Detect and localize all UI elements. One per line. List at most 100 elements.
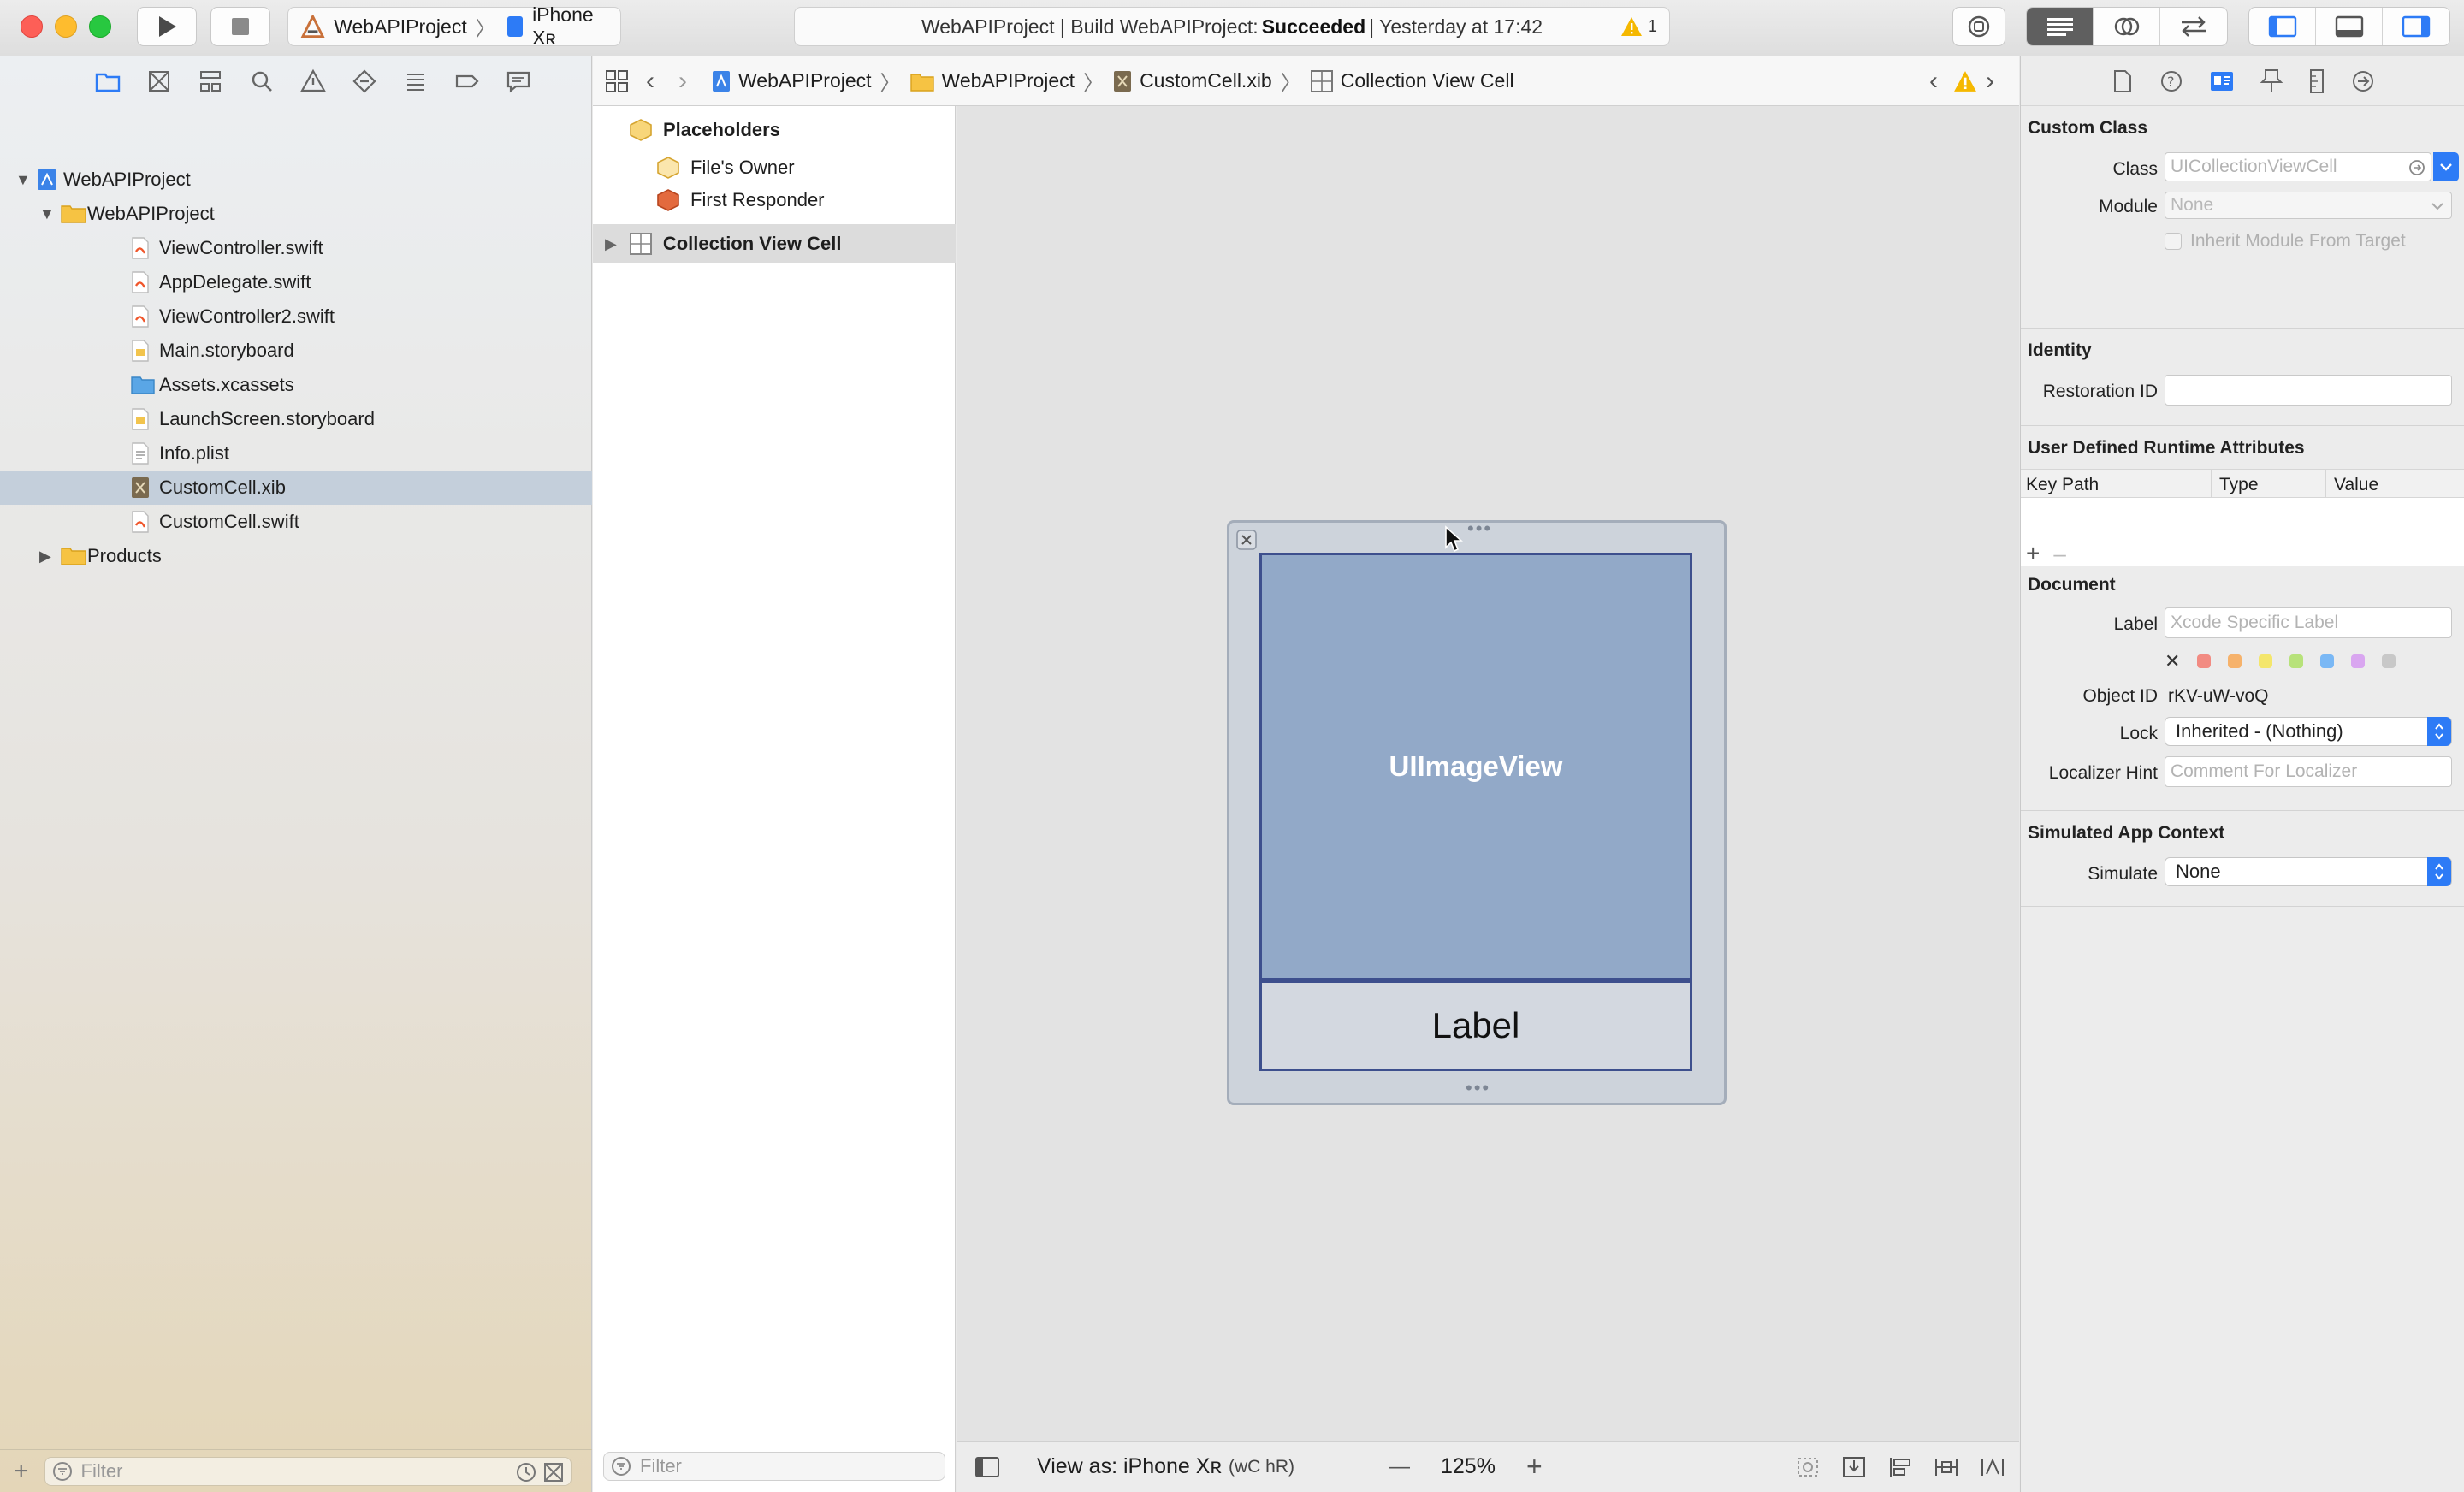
restoration-id-input[interactable] <box>2165 375 2452 406</box>
tree-item[interactable]: Assets.xcassets <box>0 368 592 402</box>
size-inspector-icon[interactable] <box>2308 68 2325 94</box>
close-window-button[interactable] <box>21 15 43 38</box>
source-control-filter-icon[interactable] <box>543 1462 564 1483</box>
tree-item[interactable]: CustomCell.xib <box>0 471 592 505</box>
related-items-grid-icon[interactable] <box>605 69 629 93</box>
attributes-inspector-icon[interactable] <box>2260 68 2283 94</box>
resize-handle-bottom[interactable]: ••• <box>1466 1077 1490 1099</box>
breadcrumb-group[interactable]: WebAPIProject <box>909 69 1075 92</box>
disclosure-triangle-icon[interactable]: ▼ <box>39 205 55 223</box>
tree-item[interactable]: ▶ Products <box>0 539 592 573</box>
color-swatch-orange[interactable] <box>2228 654 2242 668</box>
close-scene-icon[interactable] <box>1236 530 1257 550</box>
identity-inspector-icon[interactable] <box>2209 69 2235 93</box>
image-view[interactable]: UIImageView <box>1259 553 1692 980</box>
stack-align-icon[interactable] <box>1887 1455 1913 1479</box>
jumpbar-warning-icon[interactable] <box>1953 70 1977 92</box>
recent-clock-icon[interactable] <box>516 1462 536 1483</box>
add-plus-icon[interactable]: + <box>14 1457 29 1486</box>
toggle-navigator-button[interactable] <box>2249 8 2316 45</box>
previous-issue-chevron-icon[interactable]: ‹ <box>1929 67 1938 96</box>
color-swatch-gray[interactable] <box>2382 654 2396 668</box>
outline-placeholders-header[interactable]: Placeholders <box>593 113 956 147</box>
update-frames-icon[interactable] <box>1795 1455 1821 1479</box>
source-control-icon[interactable] <box>146 68 172 94</box>
debug-list-icon[interactable] <box>403 68 429 94</box>
outline-collection-view-cell[interactable]: ▶ Collection View Cell <box>593 224 956 263</box>
navigator-filter-input[interactable]: Filter <box>44 1456 572 1486</box>
disclosure-triangle-icon[interactable]: ▶ <box>39 548 51 565</box>
color-swatch-red[interactable] <box>2197 654 2212 668</box>
toggle-debug-area-button[interactable] <box>2316 8 2383 45</box>
outline-first-responder[interactable]: First Responder <box>593 183 956 217</box>
col-type[interactable]: Type <box>2219 475 2259 495</box>
remove-attribute-minus-icon[interactable]: – <box>2053 541 2065 567</box>
inherit-module-checkbox[interactable]: Inherit Module From Target <box>2165 231 2406 252</box>
go-arrow-circle-icon[interactable] <box>2408 159 2426 176</box>
tree-item[interactable]: ▼ WebAPIProject <box>0 197 592 231</box>
warning-badge[interactable]: 1 <box>1620 16 1657 37</box>
col-key-path[interactable]: Key Path <box>2026 475 2099 495</box>
zoom-level[interactable]: 125% <box>1441 1454 1496 1479</box>
forward-chevron-icon[interactable]: › <box>678 67 687 96</box>
run-button[interactable] <box>137 7 197 46</box>
standard-editor-button[interactable] <box>2027 8 2094 45</box>
tree-item[interactable]: Info.plist <box>0 436 592 471</box>
zoom-out-button[interactable]: — <box>1389 1454 1410 1479</box>
help-icon[interactable]: ? <box>2159 69 2183 93</box>
resolve-issues-icon[interactable] <box>1980 1455 2005 1479</box>
symbol-hierarchy-icon[interactable] <box>198 68 223 94</box>
lock-popup[interactable]: Inherited - (Nothing) <box>2165 717 2452 746</box>
toggle-inspector-button[interactable] <box>2383 8 2449 45</box>
next-issue-chevron-icon[interactable]: › <box>1986 67 1994 96</box>
folder-icon[interactable] <box>95 68 121 94</box>
breadcrumb-project[interactable]: WebAPIProject <box>711 69 872 93</box>
connections-inspector-icon[interactable] <box>2351 69 2375 93</box>
scheme-selector[interactable]: WebAPIProject 〉 iPhone Xʀ <box>287 3 621 49</box>
label-view[interactable]: Label <box>1259 980 1692 1071</box>
breadcrumb-file[interactable]: CustomCell.xib <box>1112 69 1272 93</box>
zoom-window-button[interactable] <box>89 15 111 38</box>
color-swatch-purple[interactable] <box>2351 654 2366 668</box>
back-chevron-icon[interactable]: ‹ <box>646 67 654 96</box>
toggle-outline-icon[interactable] <box>975 1456 999 1477</box>
simulate-popup[interactable]: None <box>2165 857 2452 886</box>
stop-button[interactable] <box>210 7 270 46</box>
assistant-editor-button[interactable] <box>2094 8 2160 45</box>
tree-item[interactable]: Main.storyboard <box>0 334 592 368</box>
tree-item[interactable]: CustomCell.swift <box>0 505 592 539</box>
library-button[interactable] <box>1952 7 2005 46</box>
test-diamond-icon[interactable] <box>352 68 377 94</box>
outline-files-owner[interactable]: File's Owner <box>593 151 956 185</box>
outline-filter-input[interactable]: Filter <box>603 1452 945 1481</box>
zoom-in-button[interactable]: + <box>1526 1451 1543 1483</box>
document-label-input[interactable]: Xcode Specific Label <box>2165 607 2452 638</box>
minimize-window-button[interactable] <box>55 15 77 38</box>
tree-item[interactable]: LaunchScreen.storyboard <box>0 402 592 436</box>
breakpoint-tag-icon[interactable] <box>454 68 480 94</box>
runtime-attributes-table-body[interactable] <box>2021 498 2464 541</box>
version-editor-button[interactable] <box>2160 8 2227 45</box>
report-bubble-icon[interactable] <box>506 68 531 94</box>
color-swatch-green[interactable] <box>2289 654 2304 668</box>
tree-item[interactable]: ▼ WebAPIProject <box>0 163 592 197</box>
module-popup[interactable]: None <box>2165 192 2452 219</box>
file-inspector-icon[interactable] <box>2112 69 2134 93</box>
view-as-device-label[interactable]: View as: iPhone Xʀ <box>1037 1454 1222 1479</box>
class-combo-input[interactable]: UICollectionViewCell <box>2165 152 2431 181</box>
color-swatch-yellow[interactable] <box>2259 654 2273 668</box>
breadcrumb-object[interactable]: Collection View Cell <box>1310 69 1514 93</box>
disclosure-triangle-icon[interactable]: ▶ <box>605 235 617 253</box>
tree-item[interactable]: ViewController2.swift <box>0 299 592 334</box>
add-constraints-icon[interactable] <box>1934 1455 1959 1479</box>
col-value[interactable]: Value <box>2334 475 2378 495</box>
find-icon[interactable] <box>249 68 275 94</box>
disclosure-triangle-icon[interactable]: ▼ <box>15 171 31 189</box>
color-swatch-blue[interactable] <box>2320 654 2335 668</box>
resize-handle-top[interactable]: ••• <box>1467 518 1492 540</box>
localizer-hint-input[interactable]: Comment For Localizer <box>2165 756 2452 787</box>
clear-color-x-icon[interactable]: ✕ <box>2165 650 2180 672</box>
tree-item[interactable]: ViewController.swift <box>0 231 592 265</box>
class-dropdown-button[interactable] <box>2433 152 2459 181</box>
tree-item[interactable]: AppDelegate.swift <box>0 265 592 299</box>
